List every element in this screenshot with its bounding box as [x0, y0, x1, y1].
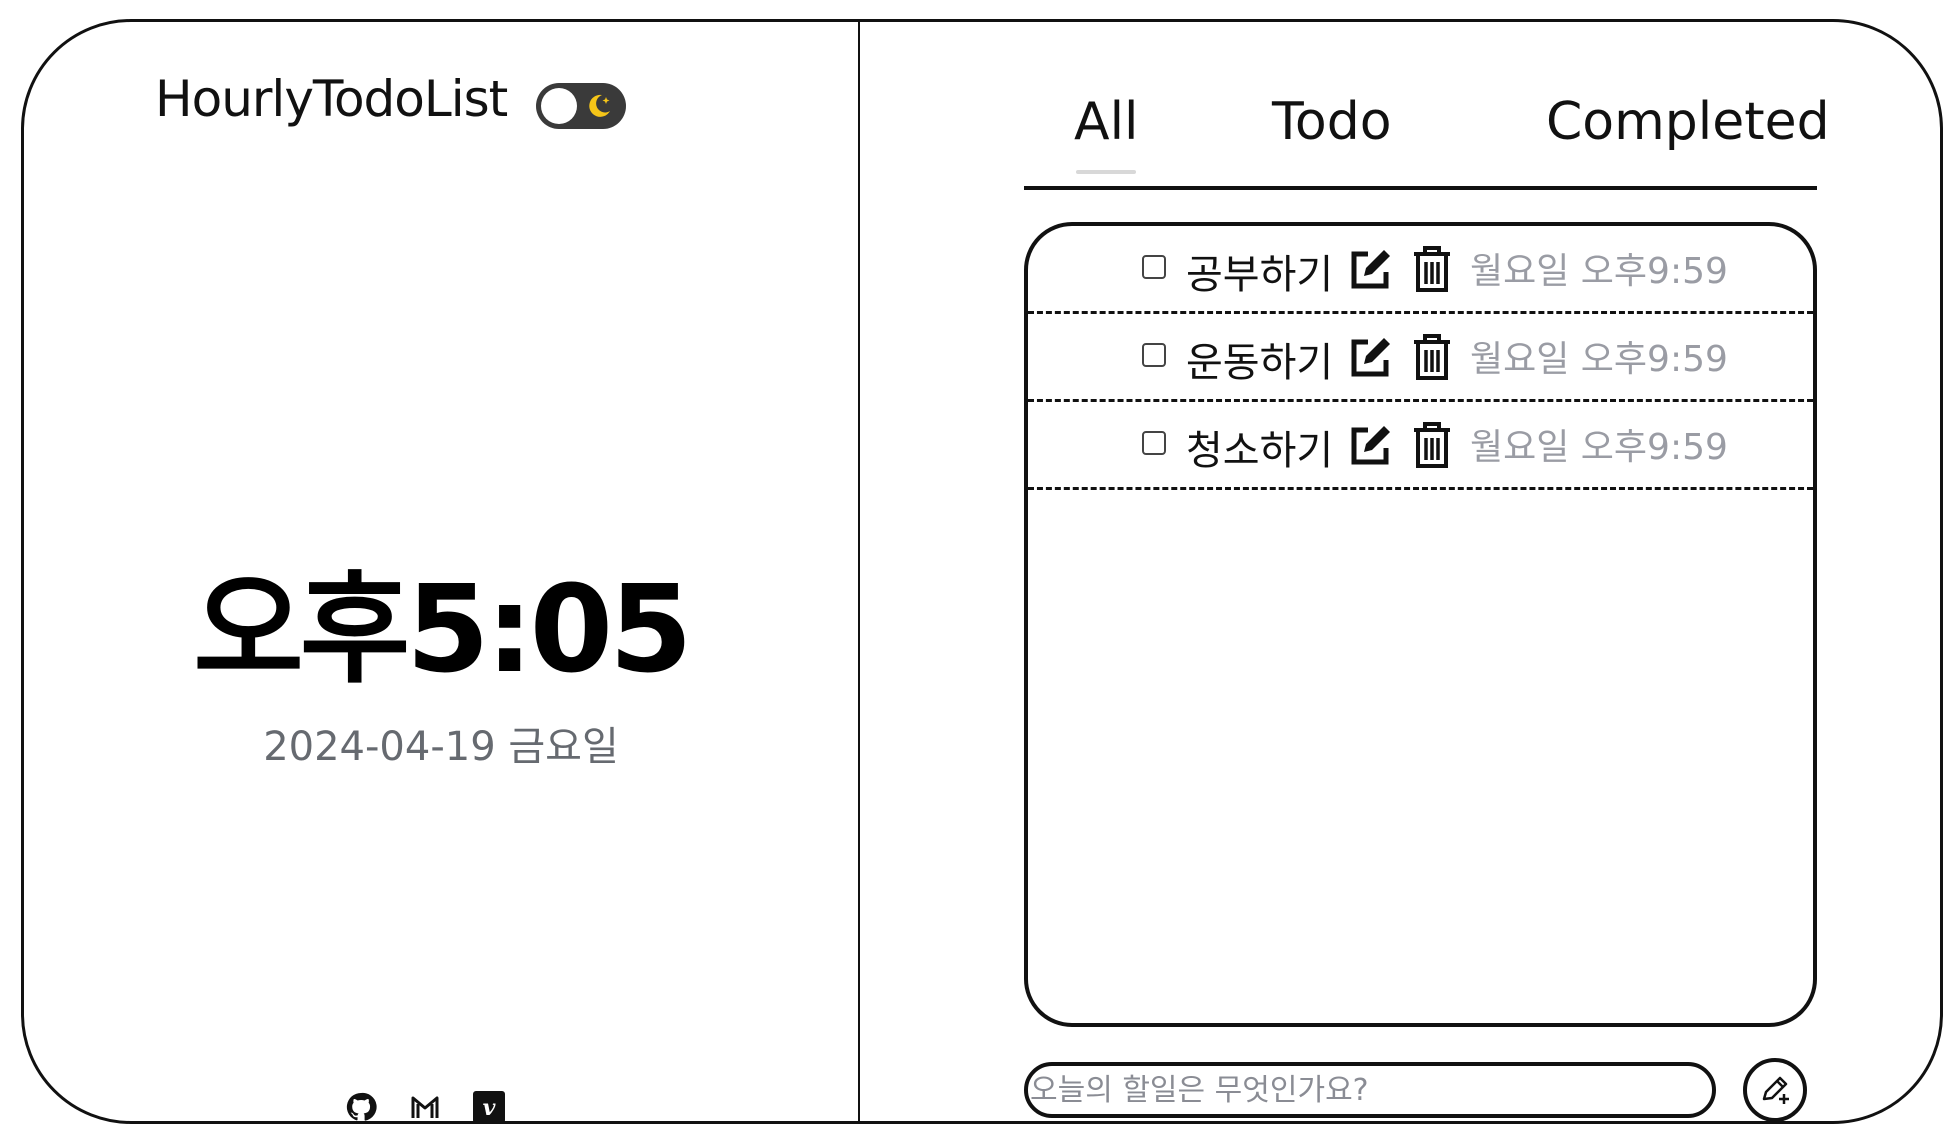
todo-time: 월요일 오후9:59	[1470, 251, 1728, 292]
trash-icon[interactable]	[1410, 420, 1454, 470]
velog-icon[interactable]: v	[472, 1090, 506, 1121]
svg-text:v: v	[483, 1095, 496, 1121]
active-tab-indicator	[1076, 170, 1136, 174]
gmail-icon[interactable]	[408, 1090, 442, 1121]
todo-label: 운동하기	[1186, 340, 1334, 386]
todo-checkbox[interactable]	[1142, 255, 1166, 279]
todo-label: 청소하기	[1186, 428, 1334, 474]
todo-time: 월요일 오후9:59	[1470, 339, 1728, 380]
social-links: v	[344, 1090, 506, 1121]
tabs-divider	[1024, 186, 1817, 190]
panel-divider	[858, 22, 860, 1121]
edit-icon[interactable]	[1348, 246, 1394, 292]
todo-checkbox[interactable]	[1142, 431, 1166, 455]
tab-all[interactable]: All	[1074, 92, 1138, 152]
edit-icon[interactable]	[1348, 422, 1394, 468]
todo-label: 공부하기	[1186, 252, 1334, 298]
todo-checkbox[interactable]	[1142, 343, 1166, 367]
github-icon[interactable]	[344, 1090, 378, 1121]
current-date: 2024-04-19 금요일	[263, 724, 619, 770]
add-todo-button[interactable]	[1743, 1058, 1807, 1121]
app-title: HourlyTodoList	[155, 70, 508, 128]
new-todo-input[interactable]	[1024, 1062, 1716, 1118]
todo-list: 공부하기 월요일 오후9:59 운동하기 월요일 오후9:59 청소하기 월요일…	[1024, 222, 1817, 1027]
dark-mode-toggle[interactable]	[536, 83, 626, 129]
tab-todo[interactable]: Todo	[1272, 92, 1392, 152]
list-item: 공부하기 월요일 오후9:59	[1028, 226, 1813, 314]
todo-time: 월요일 오후9:59	[1470, 427, 1728, 468]
edit-icon[interactable]	[1348, 334, 1394, 380]
pencil-plus-icon	[1762, 1076, 1789, 1104]
app-frame: HourlyTodoList 오후5:05 2024-04-19 금요일 v A…	[21, 19, 1943, 1124]
toggle-knob	[541, 88, 577, 124]
tab-completed[interactable]: Completed	[1546, 92, 1830, 152]
trash-icon[interactable]	[1410, 244, 1454, 294]
current-time: 오후5:05	[193, 561, 692, 700]
moon-icon	[589, 94, 610, 117]
trash-icon[interactable]	[1410, 332, 1454, 382]
list-item: 청소하기 월요일 오후9:59	[1028, 402, 1813, 490]
list-item: 운동하기 월요일 오후9:59	[1028, 314, 1813, 402]
